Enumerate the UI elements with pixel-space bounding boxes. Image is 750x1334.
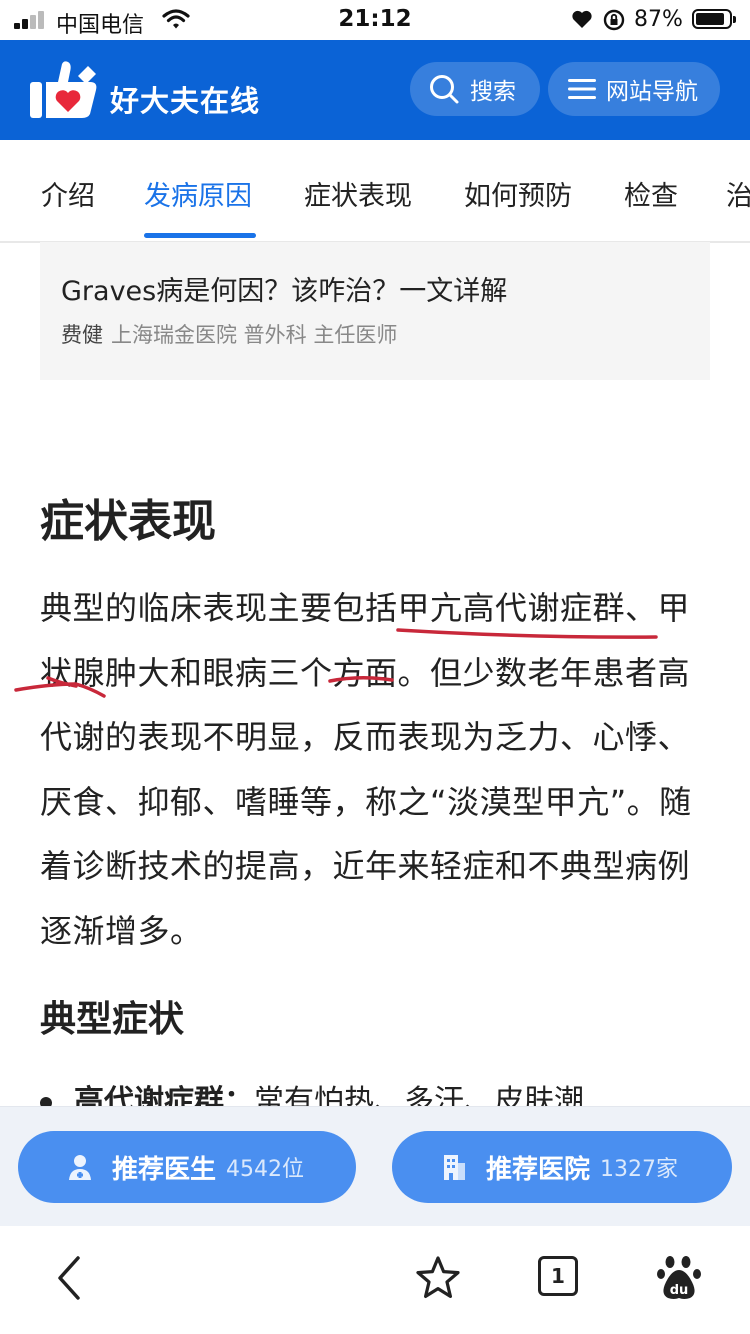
recommend-doctor-button[interactable]: 推荐医生 4542位 <box>18 1131 356 1203</box>
browser-toolbar: du <box>0 1226 750 1334</box>
search-icon <box>430 75 459 104</box>
menu-icon <box>568 79 596 99</box>
back-icon[interactable] <box>52 1254 86 1302</box>
tabs-count-button[interactable]: 1 <box>538 1256 578 1296</box>
site-header: 好大夫在线 搜索 网站导航 <box>0 40 750 140</box>
svg-text:du: du <box>670 1283 689 1298</box>
tab-treatment[interactable]: 治 <box>726 174 750 213</box>
orientation-lock-icon <box>603 9 625 31</box>
subsection-title: 典型症状 <box>40 999 185 1040</box>
article-card[interactable]: Graves病是何因？该咋治？一文详解 费健 上海瑞金医院 普外科 主任医师 <box>40 242 710 380</box>
section-title: 症状表现 <box>40 496 216 547</box>
tab-causes[interactable]: 发病原因 <box>144 174 252 213</box>
site-logo-icon[interactable] <box>28 60 106 122</box>
recommend-hospital-button[interactable]: 推荐医院 1327家 <box>392 1131 732 1203</box>
tab-prevention[interactable]: 如何预防 <box>464 174 572 213</box>
tab-symptoms[interactable]: 症状表现 <box>304 174 412 213</box>
nav-label: 网站导航 <box>606 79 698 105</box>
baidu-icon[interactable]: du <box>656 1254 702 1302</box>
search-label: 搜索 <box>470 79 516 105</box>
recommend-hospital-count: 1327家 <box>600 1157 679 1182</box>
active-tab-indicator <box>144 233 256 238</box>
search-button[interactable]: 搜索 <box>410 62 540 116</box>
site-brand[interactable]: 好大夫在线 <box>110 78 260 120</box>
tab-examination[interactable]: 检查 <box>624 174 678 213</box>
article-hospital: 上海瑞金医院 普外科 主任医师 <box>111 323 398 347</box>
article-author: 费健 <box>61 323 103 347</box>
recommend-doctor-count: 4542位 <box>226 1157 305 1182</box>
hospital-icon <box>444 1155 465 1180</box>
bullet-text: 常有怕热、多汗、皮肤潮 <box>254 1084 584 1106</box>
article-meta: 费健 上海瑞金医院 普外科 主任医师 <box>61 319 397 349</box>
symptom-paragraph: 典型的临床表现主要包括甲亢高代谢症群、甲状腺肿大和眼病三个方面。但少数老年患者高… <box>40 589 692 950</box>
battery-icon <box>692 9 736 29</box>
recommend-bar: 推荐医生 4542位 推荐医院 1327家 <box>0 1106 750 1227</box>
status-bar: 中国电信 21:12 87% <box>0 0 750 40</box>
bullet-term: 高代谢症群： <box>74 1084 254 1106</box>
symptom-bullet: 高代谢症群：常有怕热、多汗、皮肤潮 <box>40 1076 700 1106</box>
favorite-star-icon[interactable] <box>414 1254 462 1302</box>
battery-percent: 87% <box>634 7 683 32</box>
tab-intro[interactable]: 介绍 <box>41 174 95 213</box>
article-title: Graves病是何因？该咋治？一文详解 <box>61 276 508 307</box>
doctor-icon <box>69 1155 91 1180</box>
recommend-hospital-label: 推荐医院 <box>486 1154 591 1185</box>
heart-icon <box>572 10 592 29</box>
section-tabs: 介绍 发病原因 症状表现 如何预防 检查 治 <box>0 140 750 243</box>
bullet-dot <box>40 1096 52 1106</box>
site-nav-button[interactable]: 网站导航 <box>548 62 720 116</box>
recommend-doctor-label: 推荐医生 <box>112 1154 217 1185</box>
